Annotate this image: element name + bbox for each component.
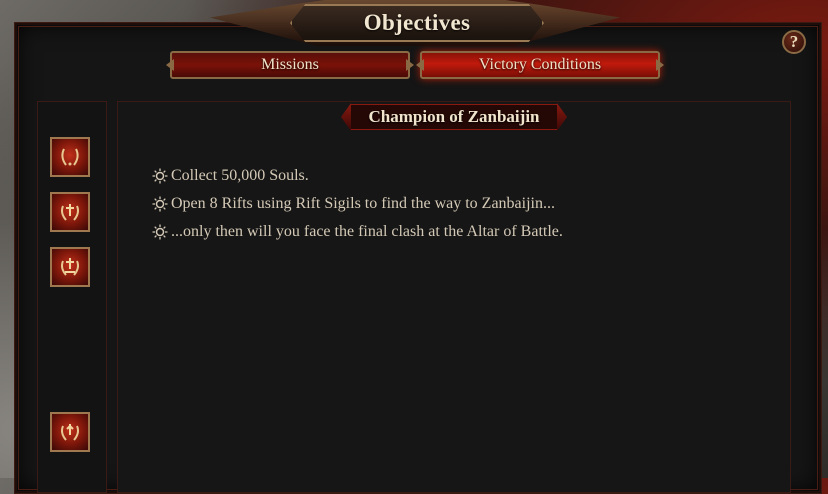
page-title: Objectives — [363, 10, 471, 35]
condition-list: Collect 50,000 Souls. Open 8 Rifts using… — [152, 162, 563, 246]
laurel-sigil-icon[interactable] — [50, 412, 90, 452]
list-item: ...only then will you face the final cla… — [152, 218, 563, 246]
condition-text: ...only then will you face the final cla… — [171, 223, 563, 240]
laurel-wreath-icon[interactable] — [50, 137, 90, 177]
condition-text: Collect 50,000 Souls. — [171, 167, 309, 184]
title-banner: Objectives — [290, 4, 544, 42]
laurel-multi-icon[interactable] — [50, 247, 90, 287]
condition-text: Open 8 Rifts using Rift Sigils to find t… — [171, 195, 555, 212]
tab-missions[interactable]: Missions — [170, 51, 410, 79]
tab-victory-conditions[interactable]: Victory Conditions — [420, 51, 660, 79]
conditions-panel: Champion of Zanbaijin Collect 50,000 Sou… — [117, 101, 791, 493]
list-item: Open 8 Rifts using Rift Sigils to find t… — [152, 190, 563, 218]
victory-title-banner: Champion of Zanbaijin — [350, 104, 558, 130]
sun-bullet-icon — [152, 196, 168, 212]
list-item: Collect 50,000 Souls. — [152, 162, 563, 190]
help-button[interactable]: ? — [782, 30, 806, 54]
sun-bullet-icon — [152, 168, 168, 184]
sun-bullet-icon — [152, 224, 168, 240]
victory-title: Champion of Zanbaijin — [368, 107, 540, 126]
victory-type-sidebar — [37, 101, 107, 493]
laurel-rift-icon[interactable] — [50, 192, 90, 232]
